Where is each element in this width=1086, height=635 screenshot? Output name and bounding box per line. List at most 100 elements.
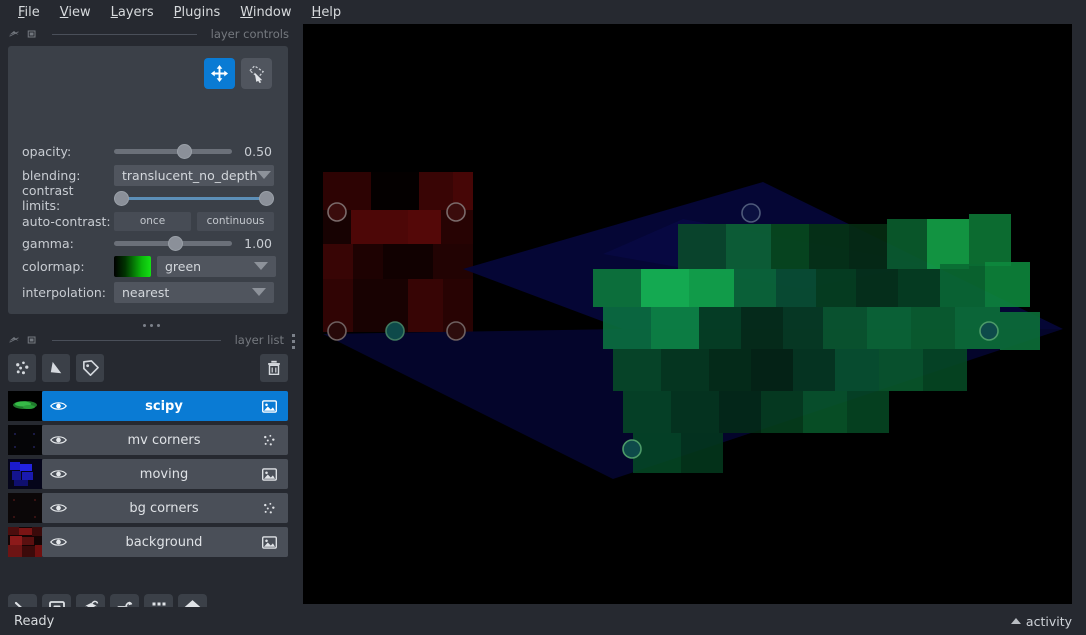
opacity-handle[interactable] xyxy=(176,143,192,159)
gamma-handle[interactable] xyxy=(168,235,184,251)
layer-name: mv corners xyxy=(127,432,201,448)
layer-list-toolbar xyxy=(8,354,288,382)
image-layer-icon xyxy=(262,399,277,413)
background-layer-render xyxy=(323,172,473,332)
auto-contrast-once-button[interactable]: once xyxy=(114,211,191,231)
layer-row[interactable]: scipy xyxy=(8,391,288,421)
undock-icon[interactable] xyxy=(26,334,38,346)
blending-label: blending: xyxy=(22,167,81,183)
activity-button[interactable]: activity xyxy=(1010,613,1072,629)
auto-contrast-label: auto-contrast: xyxy=(22,213,111,229)
trash-icon xyxy=(268,360,280,376)
opacity-track xyxy=(114,148,232,154)
layer-thumbnail xyxy=(8,493,42,523)
blending-value: translucent_no_depth xyxy=(122,167,258,183)
layer-list-grip[interactable] xyxy=(287,330,299,352)
grip-dot xyxy=(157,323,160,327)
gamma-value: 1.00 xyxy=(244,235,272,251)
visibility-eye-icon[interactable] xyxy=(50,400,67,412)
image-layer-icon xyxy=(262,535,277,549)
contrast-limits-track xyxy=(114,196,274,200)
contrast-limits-slider[interactable] xyxy=(114,189,274,207)
menu-item-layers[interactable]: Layers xyxy=(101,3,164,22)
chevron-down-icon xyxy=(252,288,266,296)
opacity-label: opacity: xyxy=(22,143,72,159)
new-points-layer-button[interactable] xyxy=(8,354,36,382)
points-layer-icon xyxy=(264,502,275,513)
grip-dot xyxy=(143,323,146,327)
dock-title-rule xyxy=(52,33,197,35)
delete-layer-button[interactable] xyxy=(260,354,288,382)
pan-zoom-mode-button[interactable] xyxy=(204,58,235,89)
contrast-limits-high-handle[interactable] xyxy=(259,190,274,206)
layer-row-body[interactable]: moving xyxy=(42,459,288,489)
status-message: Ready xyxy=(14,613,55,629)
image-layer-icon xyxy=(262,467,277,481)
activity-label: activity xyxy=(1025,613,1072,629)
menu-bar: File View Layers Plugins Window Help xyxy=(0,0,1086,24)
thumbnail-mv-corners xyxy=(8,425,42,455)
canvas-3d-scene xyxy=(303,24,1072,604)
dock-title-rule xyxy=(52,339,221,341)
layer-row[interactable]: bg corners xyxy=(8,493,288,523)
colormap-combobox[interactable]: green xyxy=(157,255,276,277)
shapes-icon xyxy=(50,361,61,373)
transform-select-icon xyxy=(248,65,265,83)
menu-item-window[interactable]: Window xyxy=(230,3,301,22)
gamma-slider[interactable] xyxy=(114,234,232,252)
visibility-eye-icon[interactable] xyxy=(50,536,67,548)
new-labels-layer-button[interactable] xyxy=(76,354,104,382)
gamma-label: gamma: xyxy=(22,235,74,251)
float-window-icon[interactable] xyxy=(8,334,20,346)
contrast-limits-row: contrast limits: xyxy=(8,183,288,213)
interpolation-row: interpolation: nearest xyxy=(8,281,288,303)
thumbnail-background xyxy=(8,527,42,557)
menu-item-help[interactable]: Help xyxy=(302,3,352,22)
menu-item-view[interactable]: View xyxy=(50,3,101,22)
menu-item-file[interactable]: File xyxy=(8,3,50,22)
grip-dot xyxy=(291,345,295,349)
undock-icon[interactable] xyxy=(26,28,38,40)
status-bar: Ready activity xyxy=(0,607,1086,635)
visibility-eye-icon[interactable] xyxy=(50,468,67,480)
menu-item-plugins[interactable]: Plugins xyxy=(164,3,231,22)
transform-mode-button[interactable] xyxy=(241,58,272,89)
blending-combobox[interactable]: translucent_no_depth xyxy=(114,164,274,186)
contrast-limits-low-handle[interactable] xyxy=(114,190,129,206)
colormap-row: colormap: green xyxy=(8,255,288,277)
new-shapes-layer-button[interactable] xyxy=(42,354,70,382)
viewer-canvas-area xyxy=(303,24,1086,607)
layer-list-dock-title: layer list xyxy=(0,330,290,350)
layer-row-body[interactable]: bg corners xyxy=(42,493,288,523)
colormap-swatch xyxy=(114,255,151,277)
points-icon xyxy=(15,360,28,374)
float-window-icon[interactable] xyxy=(8,28,20,40)
layer-mode-buttons xyxy=(204,58,272,89)
layer-controls-dock-label: layer controls xyxy=(210,27,289,41)
layer-row-body[interactable]: background xyxy=(42,527,288,557)
visibility-eye-icon[interactable] xyxy=(50,434,67,446)
layer-name: bg corners xyxy=(129,500,199,516)
chevron-down-icon xyxy=(257,171,272,179)
napari-canvas[interactable] xyxy=(303,24,1072,604)
chevron-down-icon xyxy=(254,262,268,270)
grip-dot xyxy=(150,323,153,327)
layer-thumbnail xyxy=(8,391,42,421)
labels-tag-icon xyxy=(82,359,99,376)
layer-row[interactable]: background xyxy=(8,527,288,557)
layer-thumbnail xyxy=(8,425,42,455)
visibility-eye-icon[interactable] xyxy=(50,502,67,514)
opacity-slider[interactable] xyxy=(114,142,232,160)
auto-contrast-continuous-button[interactable]: continuous xyxy=(197,211,274,231)
thumbnail-bg-corners xyxy=(8,493,42,523)
layer-row[interactable]: moving xyxy=(8,459,288,489)
contrast-limits-label: contrast limits: xyxy=(22,183,74,213)
layer-row-body[interactable]: scipy xyxy=(42,391,288,421)
opacity-row: opacity: 0.50 xyxy=(8,140,288,162)
layer-thumbnail xyxy=(8,459,42,489)
layer-row[interactable]: mv corners xyxy=(8,425,288,455)
interpolation-combobox[interactable]: nearest xyxy=(114,281,274,303)
layer-list: scipy mv corners moving bg corners backg… xyxy=(8,391,288,561)
layer-name: background xyxy=(125,534,203,550)
layer-row-body[interactable]: mv corners xyxy=(42,425,288,455)
